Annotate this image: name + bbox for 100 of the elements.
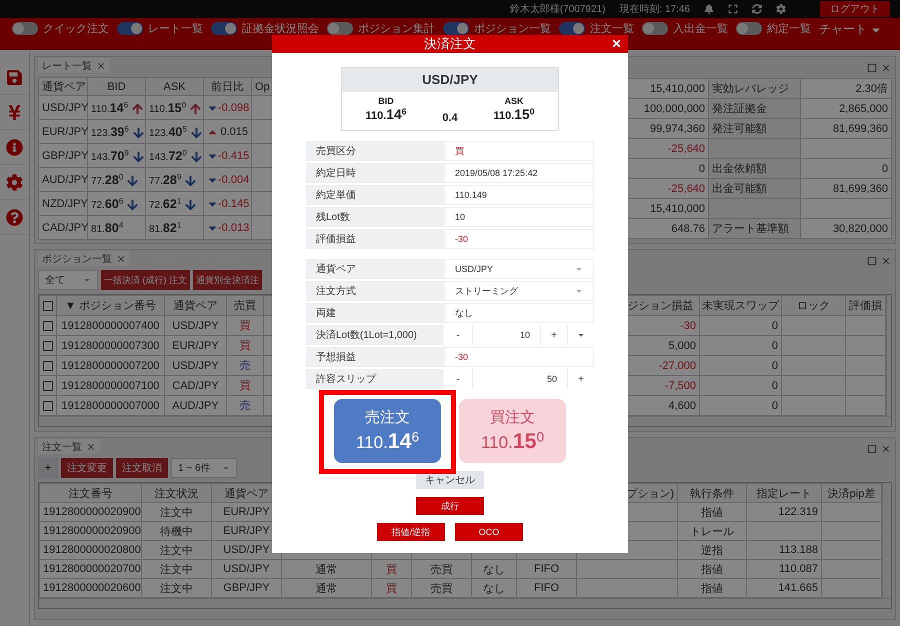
table-cell: 実効レバレッジ (708, 78, 801, 98)
column-header: ASK (146, 78, 204, 96)
ask-price: 110.15$^{0}$ (493, 110, 534, 122)
column-header: ▼ ポジション番号 (56, 296, 164, 316)
table-cell: 売 (226, 356, 264, 376)
table-cell: 1912800000020900 (40, 522, 142, 540)
table-cell: 注文中 (142, 502, 212, 522)
table-cell: 110.087 (746, 560, 822, 578)
order-price: 110.14$^{6}$ (356, 429, 420, 454)
table-cell: CAD/JPY (38, 216, 88, 240)
field-value: 10 (444, 207, 594, 227)
table-cell: 1912800000007100 (56, 376, 164, 396)
table-cell: 122.319 (746, 502, 822, 522)
bid-price: 123.39$^{6}$ (91, 128, 129, 139)
table-cell: 買 (226, 316, 264, 336)
bid-price: 143.70$^{9}$ (91, 152, 129, 163)
table-cell: 買 (226, 376, 264, 396)
ask-price: 110.15$^{0}$ (149, 104, 186, 115)
table-cell: 注文中 (142, 540, 212, 560)
field-label: 予想損益 (306, 347, 443, 367)
field-value: 買 (444, 141, 594, 161)
dialog-title: 決済注文 (424, 35, 476, 53)
table-cell: CAD/JPY (164, 376, 226, 396)
ask-label: ASK (503, 96, 524, 106)
bid-label: BID (377, 96, 395, 106)
table-cell: 1912800000007300 (56, 336, 164, 356)
table-cell: 2.30倍 (800, 78, 892, 98)
bid-price: 110.14$^{6}$ (91, 104, 128, 115)
change-value: -0.098 (218, 102, 250, 114)
table-cell: 発注証拠金 (708, 98, 801, 118)
current-time: 現在時刻: 17:46 (619, 2, 690, 16)
bid-price: 110.14$^{6}$ (365, 110, 406, 122)
field-label: 約定日時 (306, 163, 443, 183)
column-header: 注文状況 (142, 484, 212, 502)
ask-price: 77.28$^{9}$ (149, 176, 182, 187)
change-value: -0.004 (218, 174, 250, 186)
ask-price: 143.72$^{0}$ (149, 152, 187, 163)
table-cell: FIFO (516, 560, 576, 578)
field-label: 通貨ペア (306, 259, 443, 279)
table-cell: 売買 (412, 560, 472, 578)
field-label: 評価損益 (306, 229, 443, 249)
field-label: 残Lot数 (306, 207, 443, 227)
user-name: 鈴木太郎様(7007921) (510, 2, 606, 16)
bid-price: 72.60$^{6}$ (91, 200, 124, 211)
table-cell: 1912800000020700 (40, 560, 142, 578)
column-header: 決済pip差 (822, 484, 882, 502)
table-cell: 1912800000020800 (40, 540, 142, 560)
table-cell: 出金依頼額 (708, 158, 801, 178)
column-header: 未実現スワップ (700, 296, 782, 316)
table-cell: 1912800000020900 (40, 502, 142, 522)
table-cell: トレール (678, 522, 746, 540)
table-cell: USD/JPY (164, 316, 226, 336)
field-label: 注文方式 (306, 281, 443, 301)
table-cell: 0 (700, 316, 782, 336)
table-cell: なし (472, 560, 516, 578)
table-cell: 1912800000007400 (56, 316, 164, 336)
field-value: 2019/05/08 17:25:42 (444, 163, 594, 183)
order-price: 110.15$^{0}$ (480, 429, 544, 454)
field-label: 売買区分 (306, 141, 443, 161)
spread-value: 0.4 (441, 112, 459, 124)
column-header: 前日比 (204, 78, 252, 96)
bid-price: 81.80$^{4}$ (91, 224, 124, 235)
field-label: 約定単価 (306, 185, 443, 205)
column-header: 通貨ペア (164, 296, 226, 316)
table-cell: 1912800000007200 (56, 356, 164, 376)
column-header: 執行条件 (678, 484, 746, 502)
ask-price: 81.82$^{1}$ (149, 224, 182, 235)
table-cell: USD/JPY (164, 356, 226, 376)
table-cell: EUR/JPY (38, 120, 88, 144)
field-label: 両建 (306, 303, 443, 323)
table-cell: 買 (226, 336, 264, 356)
field-value: なし (444, 303, 594, 323)
field-label: 決済Lot数(1Lot=1,000) (306, 325, 443, 345)
field-value: -30 (444, 347, 594, 367)
column-header: 注文番号 (40, 484, 142, 502)
table-cell: AUD/JPY (38, 168, 88, 192)
column-header: 通貨ペア (38, 78, 88, 96)
ask-price: 123.40$^{5}$ (149, 128, 187, 139)
table-cell: 81,699,360 (800, 118, 892, 138)
table-cell: 2,865,000 (800, 98, 892, 118)
column-header: 売買 (226, 296, 264, 316)
change-value: -0.415 (218, 150, 250, 162)
table-cell: 0 (700, 376, 782, 396)
column-header: ロック (782, 296, 846, 316)
table-cell: GBP/JPY (38, 144, 88, 168)
table-cell: USD/JPY (38, 96, 88, 120)
column-header: BID (88, 78, 146, 96)
change-value: 0.015 (220, 126, 248, 138)
column-header: 評価損 (846, 296, 886, 316)
table-cell: 0 (800, 158, 892, 178)
table-cell: USD/JPY (212, 560, 282, 578)
table-cell: 30,820,000 (800, 218, 892, 238)
table-cell: EUR/JPY (164, 336, 226, 356)
table-cell: NZD/JPY (38, 192, 88, 216)
table-cell: 注文中 (142, 560, 212, 578)
table-cell: 0 (700, 356, 782, 376)
field-value: -30 (444, 229, 594, 249)
change-value: -0.145 (218, 198, 250, 210)
table-cell: 逆指 (678, 540, 746, 560)
currency-pair: USD/JPY (342, 68, 558, 92)
